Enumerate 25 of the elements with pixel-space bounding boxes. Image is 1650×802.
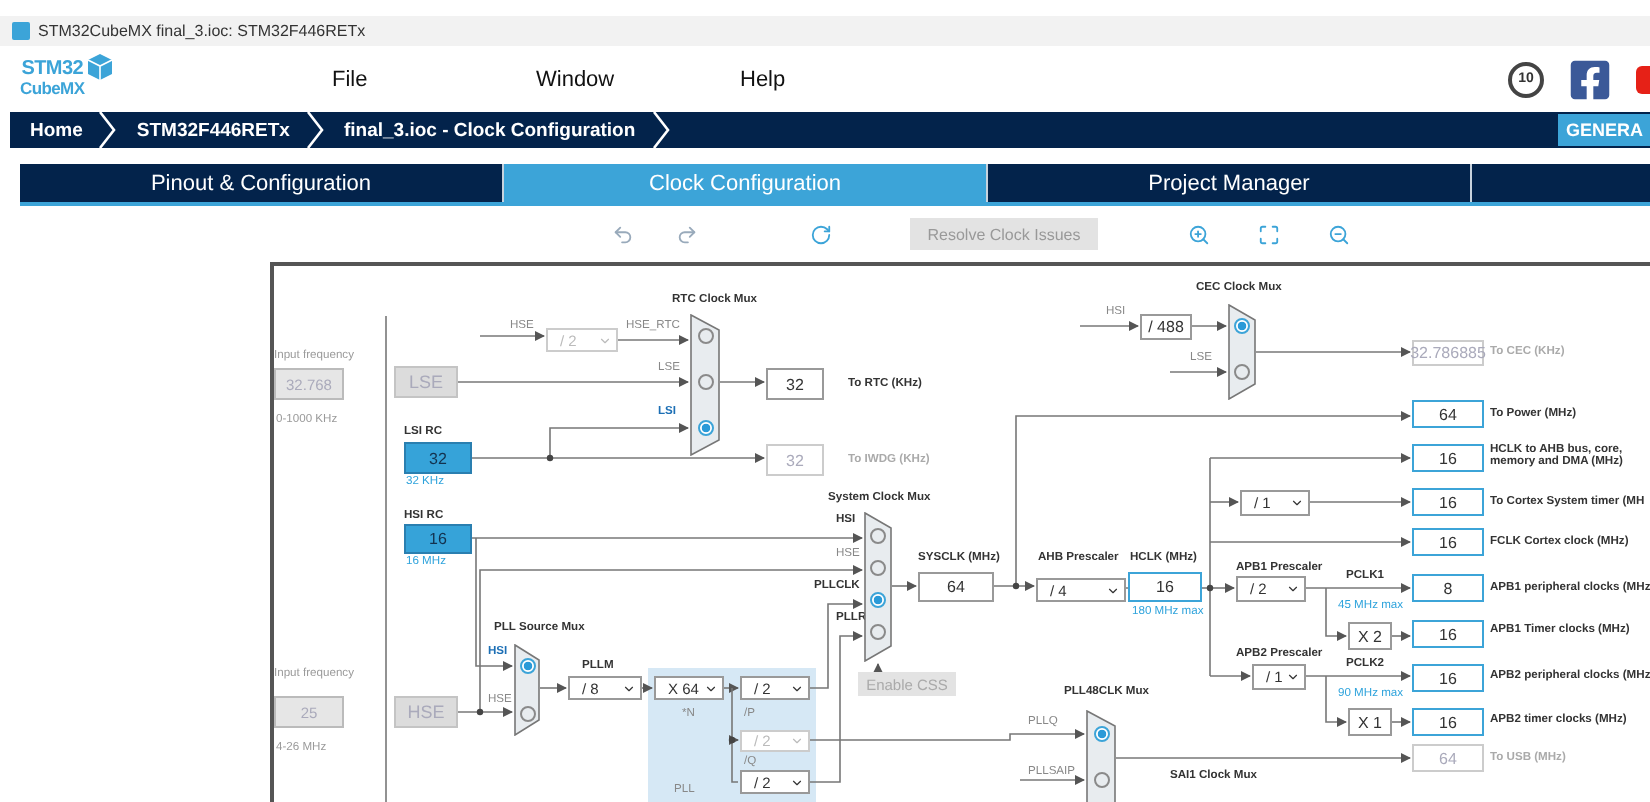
frequency-field[interactable]: 16: [1412, 664, 1484, 692]
breadcrumb-item[interactable]: Home: [10, 119, 99, 141]
frequency-field[interactable]: 16: [404, 524, 472, 554]
frequency-field[interactable]: 16: [1128, 572, 1202, 602]
frequency-field[interactable]: 16: [1412, 444, 1484, 472]
frequency-field[interactable]: / 488: [1140, 314, 1192, 340]
frequency-field[interactable]: 32: [766, 368, 824, 400]
breadcrumb-item[interactable]: final_3.ioc - Clock Configuration: [323, 119, 652, 141]
logo-text: CubeMX: [20, 80, 85, 98]
menu-item[interactable]: File: [332, 67, 536, 91]
frequency-field[interactable]: 16: [1412, 488, 1484, 516]
frequency-field[interactable]: 16: [1412, 620, 1484, 648]
frequency-field[interactable]: 16: [1412, 708, 1484, 736]
logo-text: STM32: [21, 60, 83, 81]
frequency-field[interactable]: 64: [918, 572, 994, 602]
window-title: STM32CubeMX final_3.ioc: STM32F446RETx: [38, 22, 366, 40]
frequency-field[interactable]: 64: [1412, 400, 1484, 428]
frequency-field[interactable]: X 2: [1348, 622, 1392, 650]
frequency-field[interactable]: 8: [1412, 574, 1484, 602]
frequency-field[interactable]: 16: [1412, 528, 1484, 556]
menu-item[interactable]: Help: [740, 67, 944, 91]
breadcrumb-item[interactable]: STM32F446RETx: [116, 119, 306, 141]
frequency-field[interactable]: X 1: [1348, 708, 1392, 736]
menu-item[interactable]: Window: [536, 67, 740, 91]
frequency-field[interactable]: 32: [404, 442, 472, 474]
